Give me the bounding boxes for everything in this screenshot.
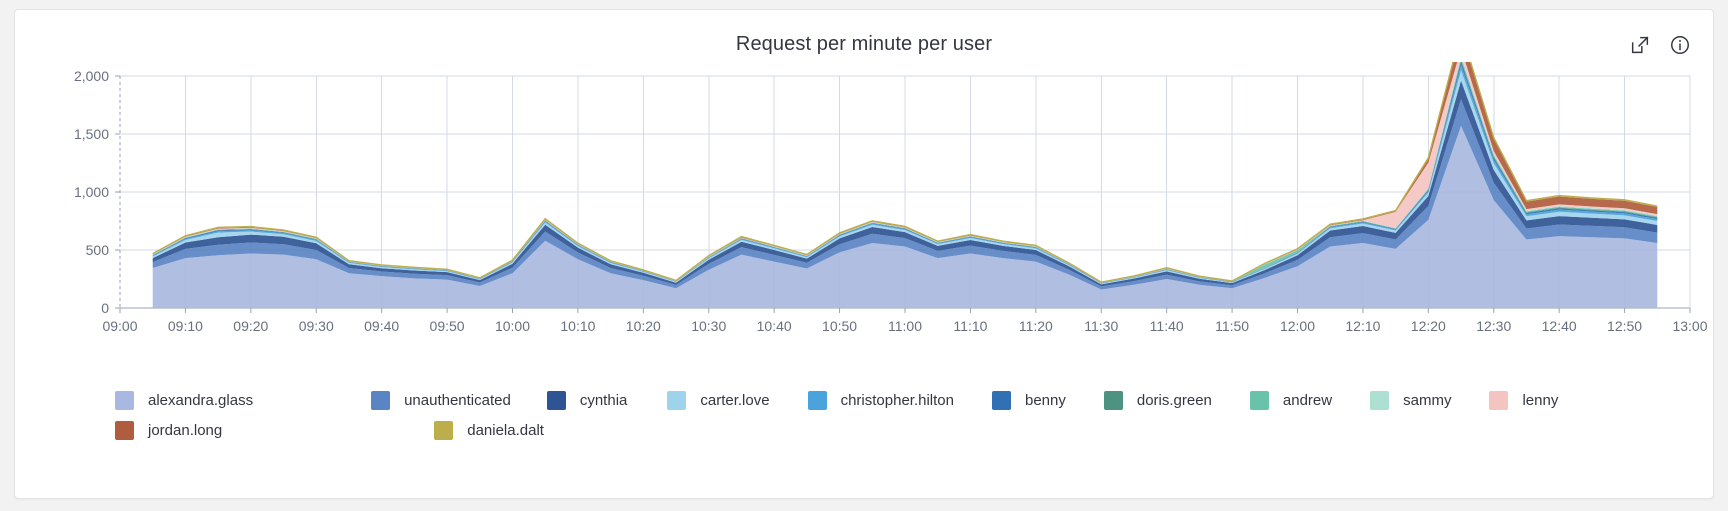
x-tick-label: 11:30 (1084, 318, 1118, 334)
legend-item[interactable]: jordan.long (115, 415, 222, 445)
page-title: Request per minute per user (735, 33, 993, 55)
legend-swatch (1370, 390, 1390, 410)
legend-item-label: christopher.hilton (840, 391, 954, 409)
y-tick-label: 1,500 (74, 126, 109, 142)
x-tick-label: 09:10 (168, 318, 203, 334)
info-icon[interactable] (1669, 34, 1691, 56)
legend-item[interactable]: daniela.dalt (434, 415, 544, 445)
x-tick-label: 11:40 (1150, 318, 1184, 334)
legend-swatch (1103, 390, 1123, 410)
legend-item-label: doris.green (1136, 391, 1212, 409)
legend-item-label: daniela.dalt (467, 421, 544, 439)
x-tick-label: 10:40 (757, 318, 792, 334)
x-tick-label: 12:10 (1345, 318, 1380, 334)
x-tick-label: 11:50 (1215, 318, 1249, 334)
x-tick-label: 12:50 (1607, 318, 1642, 334)
screen-root: Request per minute per user 0 500 1,000 1,5… (0, 0, 1728, 511)
x-tick-label: 09:30 (299, 318, 334, 334)
x-tick-label: 09:40 (364, 318, 399, 334)
x-tick-label: 09:00 (102, 318, 137, 334)
legend-item[interactable]: christopher.hilton (807, 385, 954, 415)
y-axis-labels: 0 500 1,000 1,500 2,000 (74, 68, 120, 316)
legend-swatch (115, 420, 134, 440)
x-tick-label: 13:00 (1672, 318, 1707, 334)
x-tick-label: 10:20 (626, 318, 661, 334)
legend-swatch (667, 390, 687, 410)
chart-legend: alexandra.glass unauthenticated cynthia car… (15, 385, 1713, 445)
legend-item[interactable]: andrew (1249, 385, 1333, 415)
x-tick-label: 12:00 (1280, 318, 1315, 334)
stacked-area-chart[interactable]: 05001,0001,5002,00009:00 09:10 09:20 09:30 0… (15, 62, 1715, 362)
legend-item-label: cynthia (579, 391, 628, 409)
chart-area[interactable]: 0 500 1,000 1,500 2,000 09:00 09:10 09:20 09:30 0… (15, 62, 1713, 362)
legend-swatch (807, 390, 827, 410)
legend-swatch (115, 390, 134, 410)
legend-swatch (434, 420, 454, 440)
legend-item[interactable]: alexandra.glass (115, 385, 253, 415)
x-tick-label: 10:10 (560, 318, 595, 334)
panel-actions (1629, 34, 1691, 56)
legend-item[interactable]: unauthenticated (371, 385, 511, 415)
legend-item[interactable]: doris.green (1103, 385, 1212, 415)
y-tick-label: 0 (101, 300, 109, 316)
legend-item[interactable]: carter.love (667, 385, 770, 415)
open-in-new-icon[interactable] (1629, 34, 1651, 56)
y-tick-label: 2,000 (74, 68, 109, 84)
legend-item-label: alexandra.glass (148, 391, 254, 409)
x-tick-label: 11:20 (1019, 318, 1053, 334)
x-tick-label: 09:20 (233, 318, 268, 334)
legend-item[interactable]: benny (991, 385, 1066, 415)
legend-item-label: unauthenticated (404, 391, 511, 409)
x-tick-label: 10:30 (691, 318, 726, 334)
legend-item[interactable]: cynthia (546, 385, 628, 415)
y-tick-label: 500 (86, 242, 110, 258)
legend-item-label: jordan.long (148, 421, 223, 439)
x-axis-labels: 09:00 09:10 09:20 09:30 09:40 09:50 10:00 10:10… (102, 308, 1708, 334)
legend-swatch (1489, 390, 1509, 410)
legend-swatch (991, 390, 1011, 410)
chart-panel: Request per minute per user 0 500 1,000 1,5… (14, 9, 1714, 499)
legend-swatch (1249, 390, 1269, 410)
x-tick-label: 11:10 (953, 318, 987, 334)
x-tick-label: 12:20 (1411, 318, 1446, 334)
legend-item-label: sammy (1403, 391, 1452, 409)
y-tick-label: 1,000 (74, 184, 109, 200)
legend-swatch (371, 390, 391, 410)
legend-item[interactable]: sammy (1370, 385, 1451, 415)
legend-item-label: andrew (1282, 391, 1333, 409)
legend-item-label: carter.love (700, 391, 770, 409)
x-tick-label: 10:00 (495, 318, 530, 334)
x-tick-label: 09:50 (430, 318, 465, 334)
x-tick-label: 12:30 (1476, 318, 1511, 334)
x-tick-label: 12:40 (1542, 318, 1577, 334)
x-tick-label: 10:50 (822, 318, 857, 334)
x-tick-label: 11:00 (888, 318, 922, 334)
legend-item[interactable]: lenny (1489, 385, 1558, 415)
legend-item-label: benny (1024, 391, 1066, 409)
legend-swatch (546, 390, 566, 410)
legend-item-label: lenny (1522, 391, 1559, 409)
